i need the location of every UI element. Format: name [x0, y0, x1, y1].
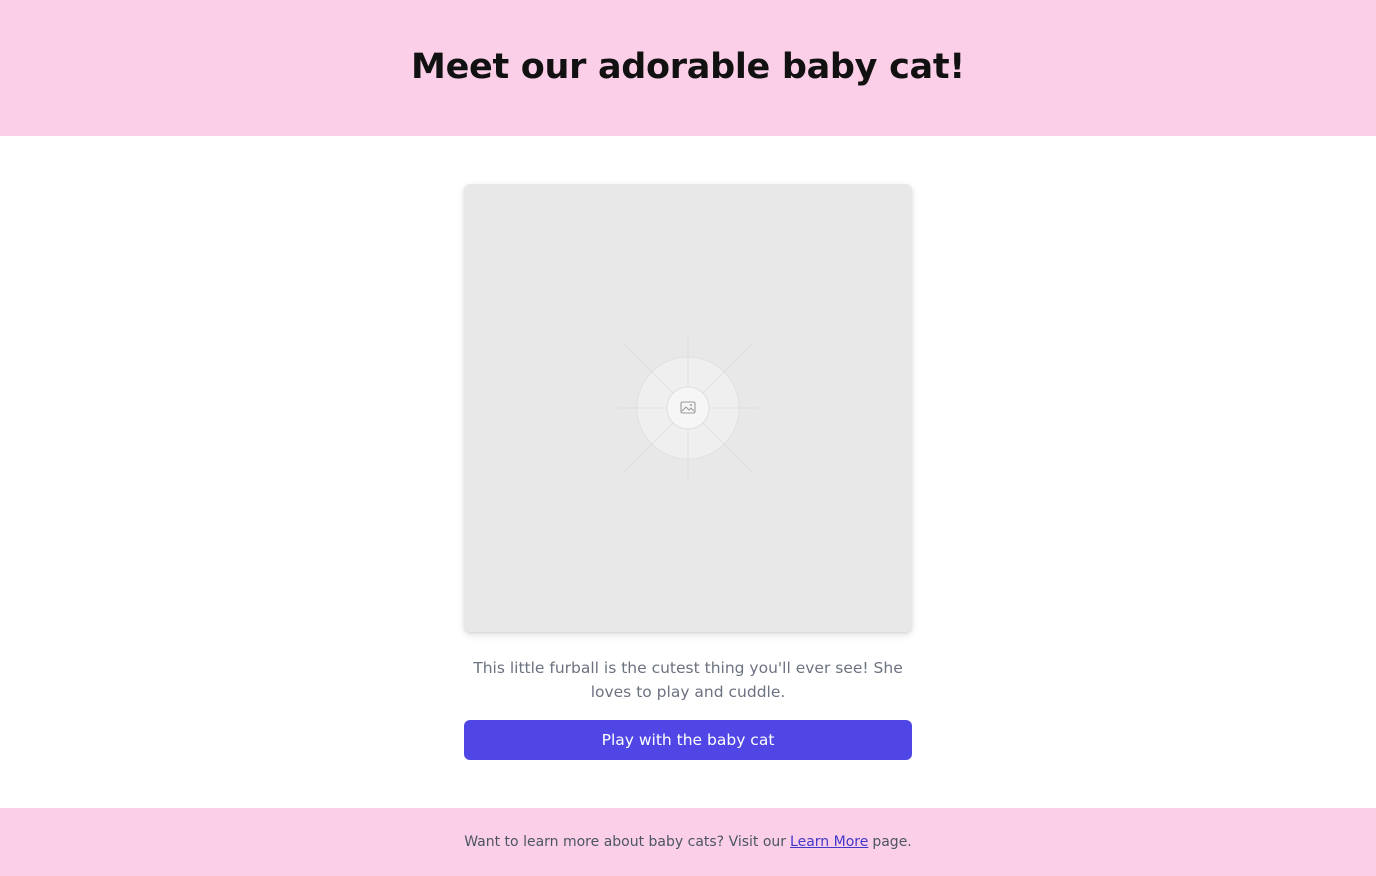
cat-description: This little furball is the cutest thing …	[473, 659, 903, 701]
cat-image-placeholder	[464, 184, 912, 632]
main-content: This little furball is the cutest thing …	[0, 136, 1376, 808]
page-title: Meet our adorable baby cat!	[411, 47, 965, 87]
play-with-cat-button[interactable]: Play with the baby cat	[464, 720, 912, 760]
image-placeholder-icon	[618, 338, 758, 478]
footer-text-before: Want to learn more about baby cats? Visi…	[464, 834, 787, 850]
page-footer: Want to learn more about baby cats? Visi…	[0, 808, 1376, 876]
page-header: Meet our adorable baby cat!	[0, 0, 1376, 136]
footer-text-after: page.	[872, 834, 912, 850]
page: Meet our adorable baby cat! This little …	[0, 0, 1376, 876]
learn-more-link[interactable]: Learn More	[790, 834, 868, 850]
